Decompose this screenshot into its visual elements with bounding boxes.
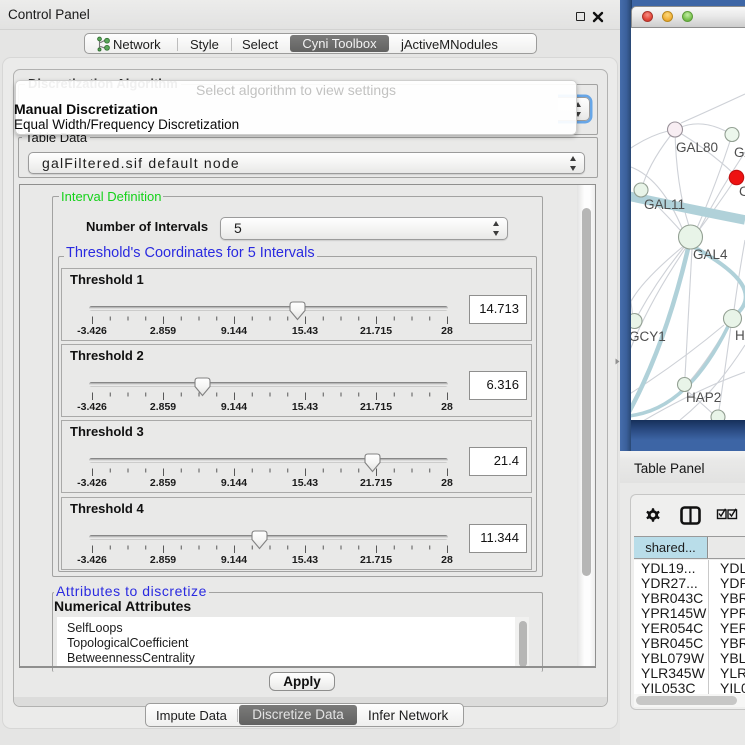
svg-text:GCY1: GCY1 (631, 329, 666, 344)
svg-text:HA: HA (735, 328, 745, 343)
svg-text:HAP2: HAP2 (686, 390, 721, 405)
svg-text:GAL80: GAL80 (676, 140, 718, 155)
svg-text:GAL4: GAL4 (693, 247, 728, 262)
svg-text:C: C (739, 184, 745, 199)
svg-text:GA: GA (734, 145, 745, 160)
svg-text:GAL11: GAL11 (644, 197, 685, 212)
